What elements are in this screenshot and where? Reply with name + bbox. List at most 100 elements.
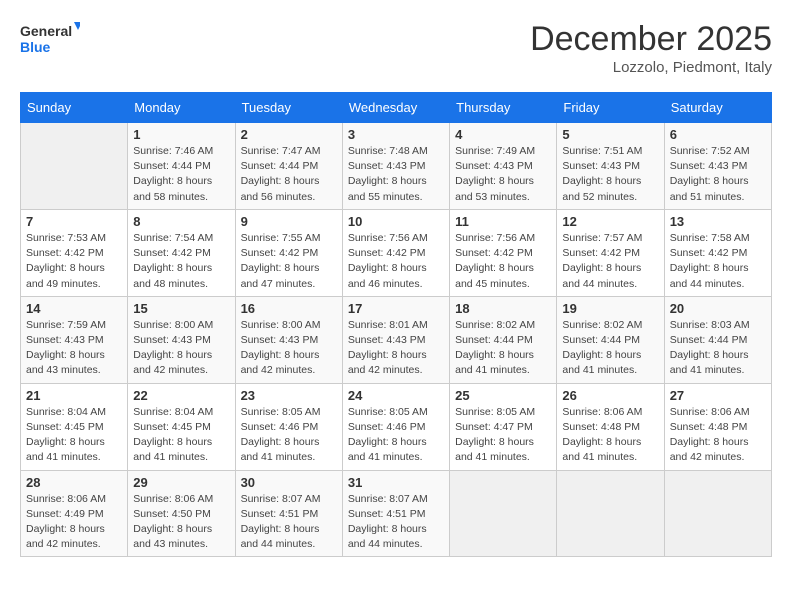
calendar-cell: 2 Sunrise: 7:47 AMSunset: 4:44 PMDayligh…	[235, 123, 342, 210]
calendar-cell: 7 Sunrise: 7:53 AMSunset: 4:42 PMDayligh…	[21, 209, 128, 296]
day-info: Sunrise: 8:07 AMSunset: 4:51 PMDaylight:…	[241, 492, 337, 553]
day-number: 11	[455, 214, 551, 229]
day-number: 7	[26, 214, 122, 229]
calendar-cell: 21 Sunrise: 8:04 AMSunset: 4:45 PMDaylig…	[21, 383, 128, 470]
day-number: 17	[348, 301, 444, 316]
calendar-cell: 18 Sunrise: 8:02 AMSunset: 4:44 PMDaylig…	[450, 296, 557, 383]
day-info: Sunrise: 7:58 AMSunset: 4:42 PMDaylight:…	[670, 231, 766, 292]
calendar-cell: 17 Sunrise: 8:01 AMSunset: 4:43 PMDaylig…	[342, 296, 449, 383]
calendar-cell: 1 Sunrise: 7:46 AMSunset: 4:44 PMDayligh…	[128, 123, 235, 210]
page-header: General Blue December 2025 Lozzolo, Pied…	[20, 20, 772, 76]
day-info: Sunrise: 8:00 AMSunset: 4:43 PMDaylight:…	[133, 318, 229, 379]
logo-svg: General Blue	[20, 20, 80, 62]
calendar-cell: 25 Sunrise: 8:05 AMSunset: 4:47 PMDaylig…	[450, 383, 557, 470]
day-number: 27	[670, 388, 766, 403]
calendar-cell	[450, 470, 557, 557]
day-info: Sunrise: 8:01 AMSunset: 4:43 PMDaylight:…	[348, 318, 444, 379]
day-number: 6	[670, 127, 766, 142]
day-number: 16	[241, 301, 337, 316]
calendar-cell: 16 Sunrise: 8:00 AMSunset: 4:43 PMDaylig…	[235, 296, 342, 383]
calendar-cell: 13 Sunrise: 7:58 AMSunset: 4:42 PMDaylig…	[664, 209, 771, 296]
calendar-cell: 8 Sunrise: 7:54 AMSunset: 4:42 PMDayligh…	[128, 209, 235, 296]
calendar-cell: 19 Sunrise: 8:02 AMSunset: 4:44 PMDaylig…	[557, 296, 664, 383]
day-number: 25	[455, 388, 551, 403]
day-info: Sunrise: 7:48 AMSunset: 4:43 PMDaylight:…	[348, 144, 444, 205]
calendar-cell: 14 Sunrise: 7:59 AMSunset: 4:43 PMDaylig…	[21, 296, 128, 383]
calendar-cell: 4 Sunrise: 7:49 AMSunset: 4:43 PMDayligh…	[450, 123, 557, 210]
weekday-header-friday: Friday	[557, 93, 664, 123]
day-info: Sunrise: 7:59 AMSunset: 4:43 PMDaylight:…	[26, 318, 122, 379]
day-info: Sunrise: 7:55 AMSunset: 4:42 PMDaylight:…	[241, 231, 337, 292]
svg-text:Blue: Blue	[20, 39, 51, 55]
day-info: Sunrise: 8:06 AMSunset: 4:49 PMDaylight:…	[26, 492, 122, 553]
day-info: Sunrise: 7:56 AMSunset: 4:42 PMDaylight:…	[348, 231, 444, 292]
day-info: Sunrise: 8:02 AMSunset: 4:44 PMDaylight:…	[455, 318, 551, 379]
day-number: 14	[26, 301, 122, 316]
calendar-cell	[21, 123, 128, 210]
calendar-cell: 31 Sunrise: 8:07 AMSunset: 4:51 PMDaylig…	[342, 470, 449, 557]
weekday-header-saturday: Saturday	[664, 93, 771, 123]
calendar-week-5: 28 Sunrise: 8:06 AMSunset: 4:49 PMDaylig…	[21, 470, 772, 557]
day-number: 9	[241, 214, 337, 229]
calendar-cell: 23 Sunrise: 8:05 AMSunset: 4:46 PMDaylig…	[235, 383, 342, 470]
day-number: 31	[348, 475, 444, 490]
day-number: 29	[133, 475, 229, 490]
day-number: 20	[670, 301, 766, 316]
day-number: 26	[562, 388, 658, 403]
weekday-header-wednesday: Wednesday	[342, 93, 449, 123]
calendar-cell: 11 Sunrise: 7:56 AMSunset: 4:42 PMDaylig…	[450, 209, 557, 296]
day-number: 15	[133, 301, 229, 316]
day-info: Sunrise: 8:04 AMSunset: 4:45 PMDaylight:…	[133, 405, 229, 466]
calendar-table: SundayMondayTuesdayWednesdayThursdayFrid…	[20, 92, 772, 557]
day-number: 1	[133, 127, 229, 142]
weekday-header-thursday: Thursday	[450, 93, 557, 123]
calendar-cell: 6 Sunrise: 7:52 AMSunset: 4:43 PMDayligh…	[664, 123, 771, 210]
calendar-cell: 26 Sunrise: 8:06 AMSunset: 4:48 PMDaylig…	[557, 383, 664, 470]
day-info: Sunrise: 8:04 AMSunset: 4:45 PMDaylight:…	[26, 405, 122, 466]
day-info: Sunrise: 7:53 AMSunset: 4:42 PMDaylight:…	[26, 231, 122, 292]
day-number: 13	[670, 214, 766, 229]
day-info: Sunrise: 8:06 AMSunset: 4:48 PMDaylight:…	[562, 405, 658, 466]
title-block: December 2025 Lozzolo, Piedmont, Italy	[530, 20, 772, 76]
day-info: Sunrise: 7:54 AMSunset: 4:42 PMDaylight:…	[133, 231, 229, 292]
day-info: Sunrise: 8:00 AMSunset: 4:43 PMDaylight:…	[241, 318, 337, 379]
day-number: 5	[562, 127, 658, 142]
calendar-cell: 27 Sunrise: 8:06 AMSunset: 4:48 PMDaylig…	[664, 383, 771, 470]
day-info: Sunrise: 8:02 AMSunset: 4:44 PMDaylight:…	[562, 318, 658, 379]
day-info: Sunrise: 7:47 AMSunset: 4:44 PMDaylight:…	[241, 144, 337, 205]
day-info: Sunrise: 8:07 AMSunset: 4:51 PMDaylight:…	[348, 492, 444, 553]
day-number: 21	[26, 388, 122, 403]
day-info: Sunrise: 8:03 AMSunset: 4:44 PMDaylight:…	[670, 318, 766, 379]
day-info: Sunrise: 7:49 AMSunset: 4:43 PMDaylight:…	[455, 144, 551, 205]
day-info: Sunrise: 7:57 AMSunset: 4:42 PMDaylight:…	[562, 231, 658, 292]
calendar-cell: 15 Sunrise: 8:00 AMSunset: 4:43 PMDaylig…	[128, 296, 235, 383]
day-number: 4	[455, 127, 551, 142]
day-info: Sunrise: 7:52 AMSunset: 4:43 PMDaylight:…	[670, 144, 766, 205]
day-number: 19	[562, 301, 658, 316]
calendar-cell	[664, 470, 771, 557]
calendar-week-3: 14 Sunrise: 7:59 AMSunset: 4:43 PMDaylig…	[21, 296, 772, 383]
day-number: 24	[348, 388, 444, 403]
calendar-cell	[557, 470, 664, 557]
calendar-cell: 10 Sunrise: 7:56 AMSunset: 4:42 PMDaylig…	[342, 209, 449, 296]
calendar-cell: 20 Sunrise: 8:03 AMSunset: 4:44 PMDaylig…	[664, 296, 771, 383]
day-info: Sunrise: 8:06 AMSunset: 4:48 PMDaylight:…	[670, 405, 766, 466]
calendar-cell: 9 Sunrise: 7:55 AMSunset: 4:42 PMDayligh…	[235, 209, 342, 296]
weekday-header-tuesday: Tuesday	[235, 93, 342, 123]
weekday-header-row: SundayMondayTuesdayWednesdayThursdayFrid…	[21, 93, 772, 123]
calendar-week-2: 7 Sunrise: 7:53 AMSunset: 4:42 PMDayligh…	[21, 209, 772, 296]
day-info: Sunrise: 8:05 AMSunset: 4:46 PMDaylight:…	[348, 405, 444, 466]
day-info: Sunrise: 8:06 AMSunset: 4:50 PMDaylight:…	[133, 492, 229, 553]
day-number: 12	[562, 214, 658, 229]
svg-text:General: General	[20, 23, 72, 39]
day-info: Sunrise: 7:56 AMSunset: 4:42 PMDaylight:…	[455, 231, 551, 292]
calendar-week-4: 21 Sunrise: 8:04 AMSunset: 4:45 PMDaylig…	[21, 383, 772, 470]
calendar-week-1: 1 Sunrise: 7:46 AMSunset: 4:44 PMDayligh…	[21, 123, 772, 210]
calendar-cell: 3 Sunrise: 7:48 AMSunset: 4:43 PMDayligh…	[342, 123, 449, 210]
day-number: 10	[348, 214, 444, 229]
day-number: 3	[348, 127, 444, 142]
day-info: Sunrise: 7:51 AMSunset: 4:43 PMDaylight:…	[562, 144, 658, 205]
calendar-cell: 5 Sunrise: 7:51 AMSunset: 4:43 PMDayligh…	[557, 123, 664, 210]
location-subtitle: Lozzolo, Piedmont, Italy	[530, 59, 772, 76]
calendar-cell: 22 Sunrise: 8:04 AMSunset: 4:45 PMDaylig…	[128, 383, 235, 470]
